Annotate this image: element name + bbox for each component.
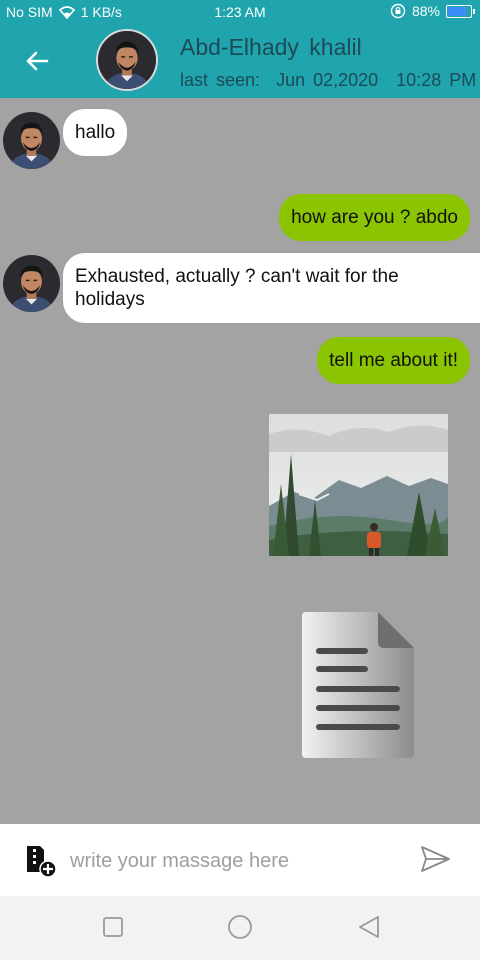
back-button[interactable] [18, 44, 56, 78]
battery-percent: 88% [411, 3, 440, 19]
attach-file-icon [27, 846, 57, 878]
message-bubble-incoming[interactable]: Exhausted, actually ? can't wait for the… [63, 253, 480, 323]
contact-name[interactable]: Abd-Elhady khalil [180, 34, 362, 61]
sender-avatar [3, 112, 60, 169]
home-button[interactable] [225, 912, 255, 942]
attach-button[interactable] [24, 844, 58, 878]
message-input[interactable] [70, 846, 390, 876]
lock-rotation-icon [390, 3, 406, 19]
message-bubble-incoming[interactable]: hallo [63, 109, 128, 156]
send-button[interactable] [418, 844, 454, 878]
arrow-left-icon [26, 51, 49, 71]
document-icon [302, 612, 414, 758]
message-bubble-outgoing[interactable]: how are you ? abdo [279, 194, 470, 241]
message-bubble-outgoing[interactable]: tell me about it! [317, 337, 470, 384]
contact-avatar[interactable] [96, 29, 158, 91]
chat-header: Abd-Elhady khalil last seen: Jun 02,2020… [0, 24, 480, 98]
sender-avatar [3, 255, 60, 312]
avatar [3, 112, 60, 169]
message-composer [0, 824, 480, 896]
back-nav-button[interactable] [354, 912, 384, 942]
hiker-mountain-photo [269, 414, 448, 556]
image-message[interactable] [269, 414, 448, 556]
battery-icon [446, 4, 475, 18]
avatar [3, 255, 60, 312]
navigation-bar [0, 896, 480, 960]
file-message[interactable] [300, 610, 416, 760]
back-icon [359, 916, 379, 938]
last-seen-time: 10:28 PM [396, 70, 477, 90]
last-seen-date: Jun 02,2020 [276, 70, 379, 90]
avatar [98, 31, 156, 89]
recent-apps-button[interactable] [98, 912, 128, 942]
chat-area[interactable]: hallo how are you ? abdo Exhausted, actu… [0, 98, 480, 824]
last-seen: last seen: Jun 02,2020 10:28 PM [180, 70, 476, 91]
status-right: 88% [390, 3, 475, 19]
home-icon [228, 915, 252, 939]
status-bar: No SIM 1 KB/s 1:23 AM 88% [0, 0, 480, 24]
battery-fill [448, 6, 467, 16]
send-icon [421, 846, 450, 872]
last-seen-label: last seen: [180, 70, 261, 90]
recent-apps-icon [103, 917, 123, 937]
